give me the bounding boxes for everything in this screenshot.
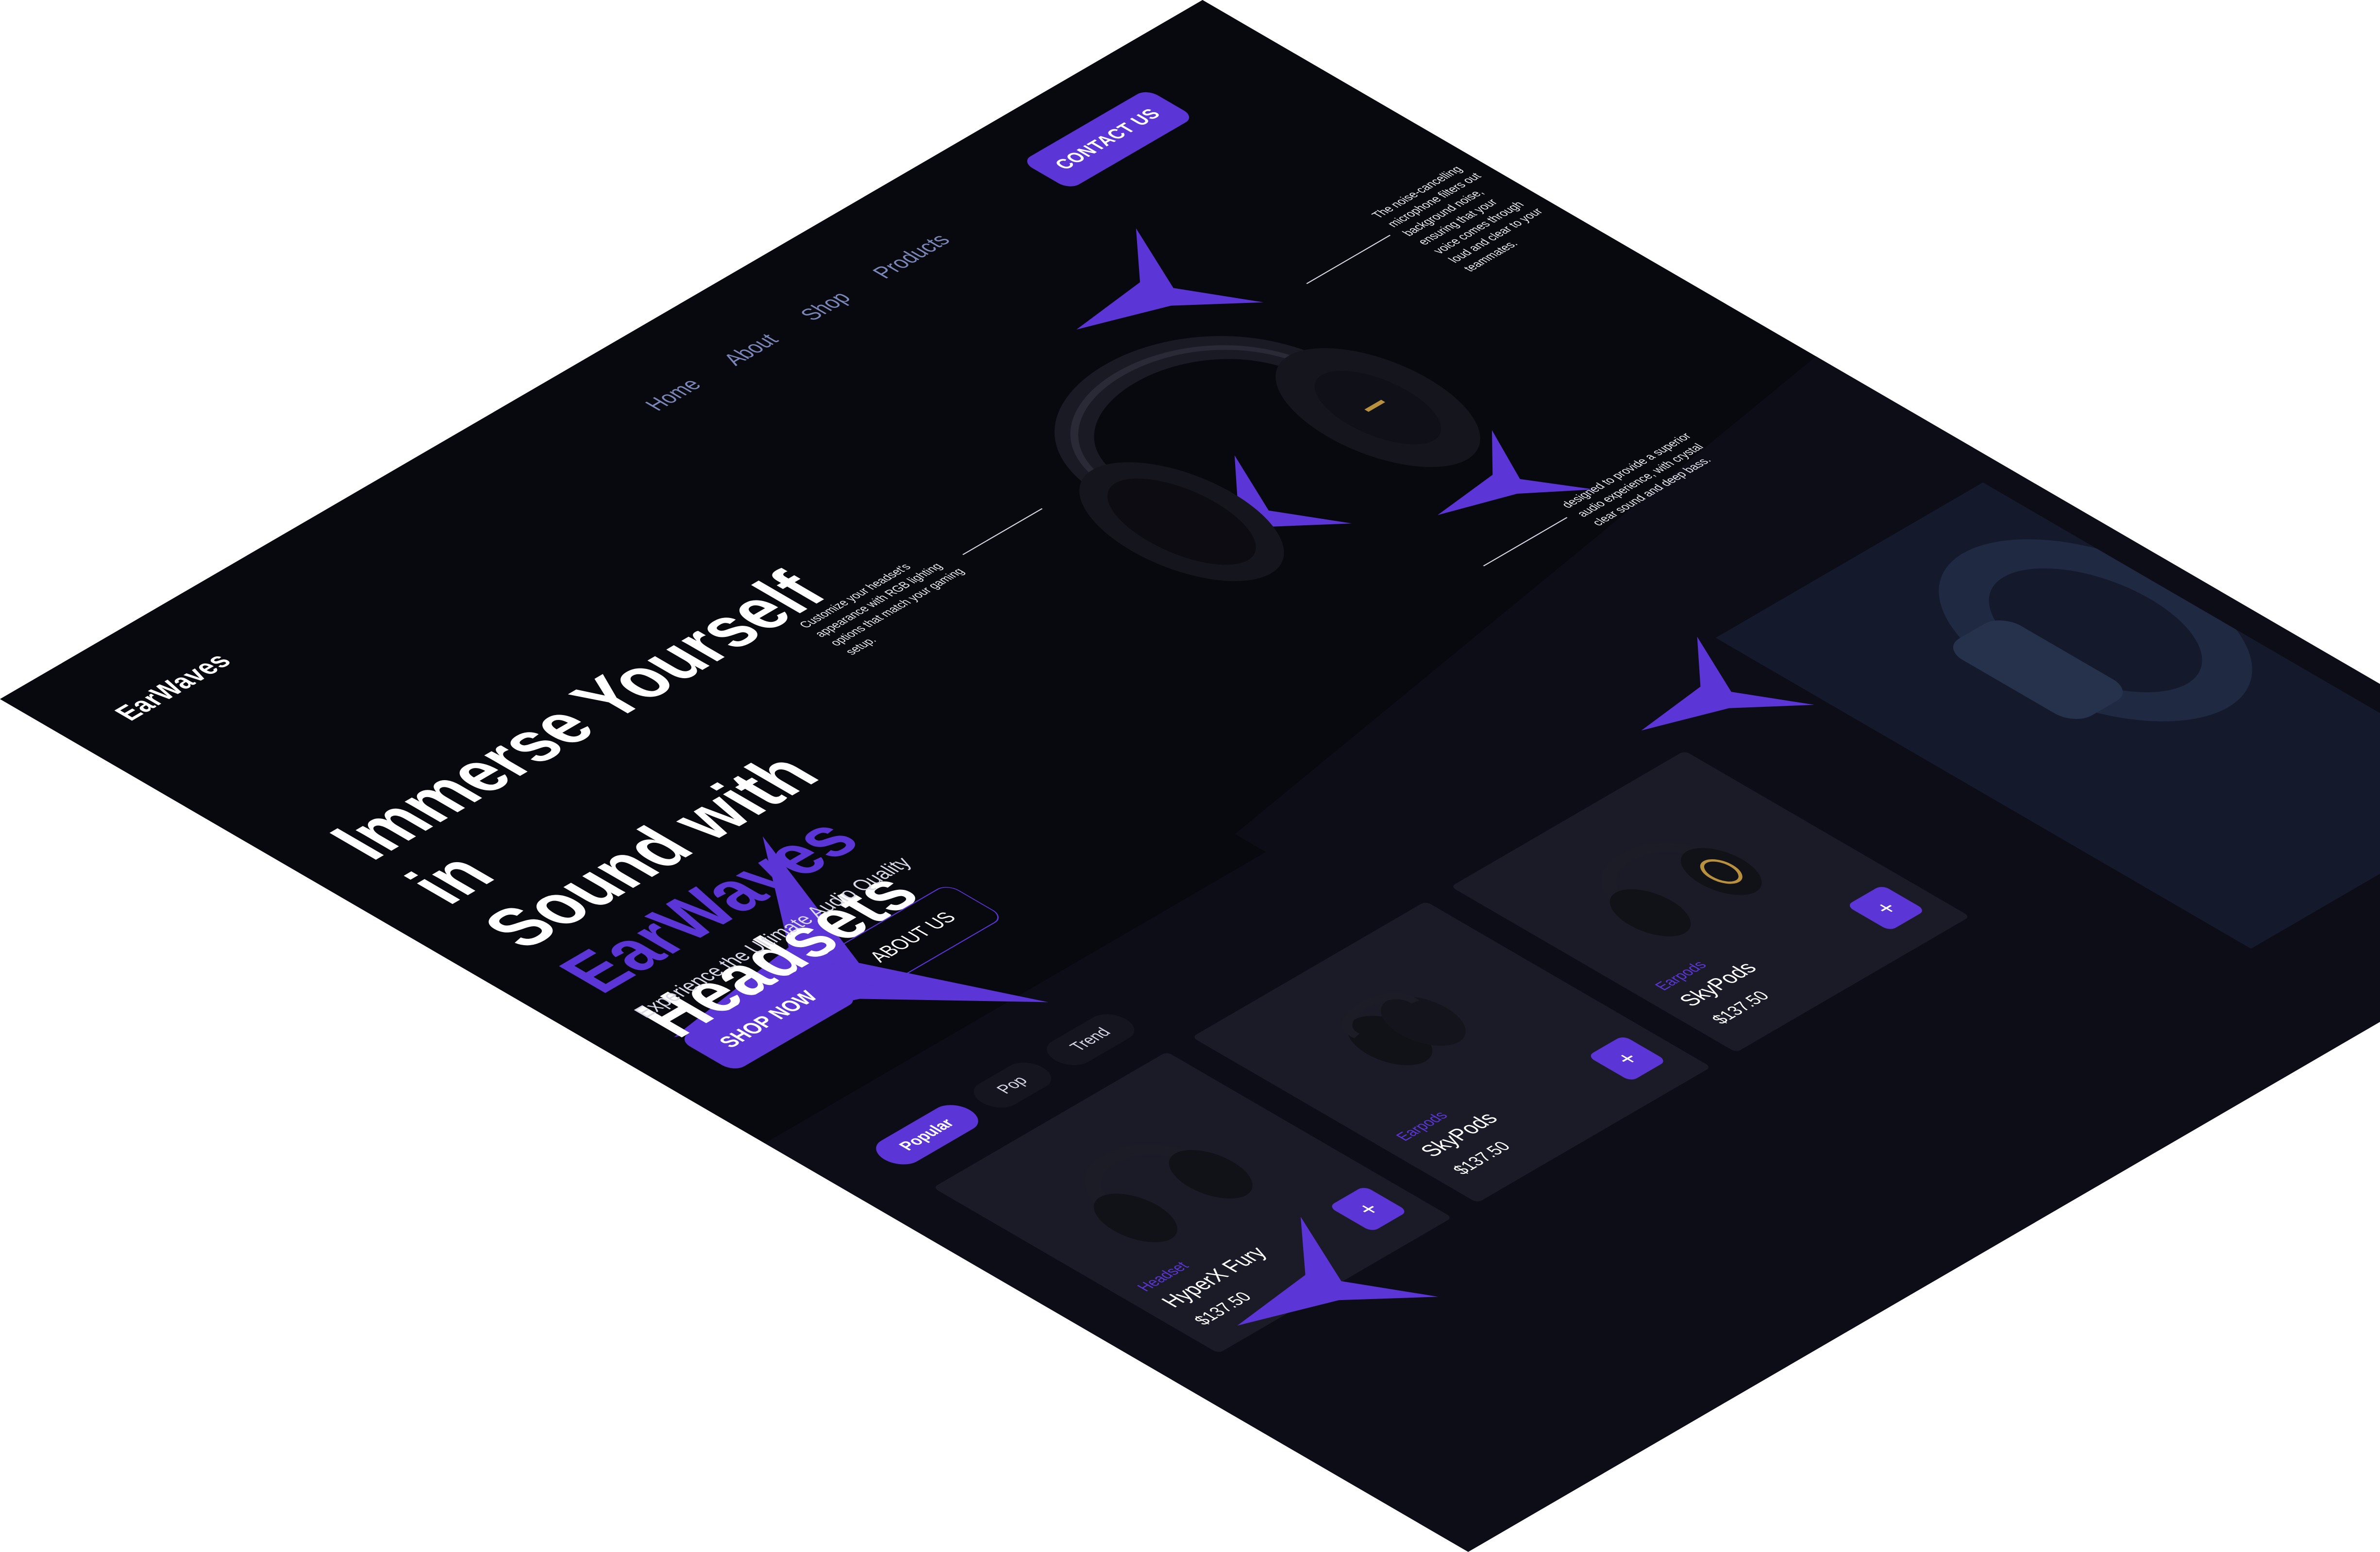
plus-icon[interactable]: + — [1587, 1035, 1667, 1082]
plus-icon[interactable]: + — [1846, 884, 1926, 932]
isometric-page: EarWaves Home About Shop Products CONTAC… — [0, 0, 2380, 1552]
plus-icon[interactable]: + — [1328, 1185, 1408, 1233]
